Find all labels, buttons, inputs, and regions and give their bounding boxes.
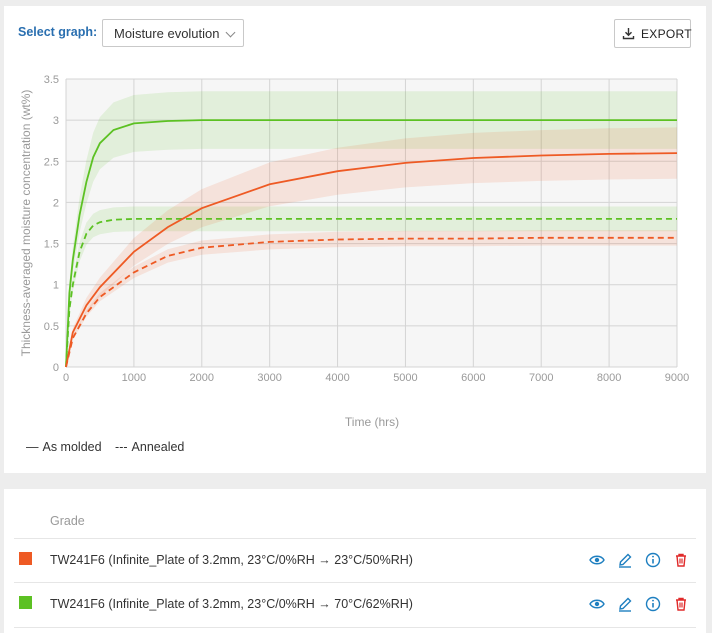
info-icon[interactable] xyxy=(644,595,662,613)
table-row: TW241F6 (Infinite_Plate of 3.2mm, 23°C/0… xyxy=(14,582,696,628)
info-icon[interactable] xyxy=(644,551,662,569)
color-swatch xyxy=(19,552,32,565)
table-row: TW241F6 (Infinite_Plate of 3.2mm, 23°C/0… xyxy=(14,538,696,583)
moisture-chart: 0 1000 2000 3000 4000 5000 6000 7000 8000 9000 0 0.… xyxy=(19,74,689,429)
x-tick-label: 8000 xyxy=(597,372,621,384)
x-tick-label: 6000 xyxy=(461,372,485,384)
y-tick-label: 0 xyxy=(53,362,59,374)
y-tick-label: 3.5 xyxy=(44,74,59,86)
grade-label: TW241F6 (Infinite_Plate of 3.2mm, 23°C/0… xyxy=(50,597,413,611)
y-tick-label: 1.5 xyxy=(44,239,59,251)
grade-column-header: Grade xyxy=(50,514,85,528)
y-axis-label: Thickness-averaged moisture concentratio… xyxy=(19,90,33,357)
trash-icon[interactable] xyxy=(672,551,690,569)
color-swatch xyxy=(19,596,32,609)
legend-symbol-annealed: --- xyxy=(115,440,128,454)
x-axis-label: Time (hrs) xyxy=(345,415,399,429)
legend-label-annealed: Annealed xyxy=(131,440,185,454)
pencil-icon[interactable] xyxy=(616,551,634,569)
chart-card: Select graph: Moisture evolution EXPORT … xyxy=(4,6,706,473)
row-actions xyxy=(588,595,688,615)
x-tick-label: 2000 xyxy=(190,372,214,384)
y-tick-label: 2 xyxy=(53,197,59,209)
y-tick-label: 1 xyxy=(53,280,59,292)
y-tick-label: 0.5 xyxy=(44,321,59,333)
x-tick-label: 7000 xyxy=(529,372,553,384)
x-tick-label: 9000 xyxy=(665,372,689,384)
grades-table: Grade TW241F6 (Infinite_Plate of 3.2mm, … xyxy=(4,489,706,633)
x-tick-label: 3000 xyxy=(257,372,281,384)
trash-icon[interactable] xyxy=(672,595,690,613)
y-tick-label: 3 xyxy=(53,115,59,127)
pencil-icon[interactable] xyxy=(616,595,634,613)
y-tick-label: 2.5 xyxy=(44,156,59,168)
x-tick-label: 5000 xyxy=(393,372,417,384)
chart-legend: — As molded --- Annealed xyxy=(26,440,192,454)
x-tick-label: 0 xyxy=(63,372,69,384)
eye-icon[interactable] xyxy=(588,551,606,569)
legend-symbol-as-molded: — xyxy=(26,440,39,454)
x-tick-label: 4000 xyxy=(325,372,349,384)
eye-icon[interactable] xyxy=(588,595,606,613)
row-actions xyxy=(588,551,688,571)
legend-label-as-molded: As molded xyxy=(42,440,102,454)
grade-label: TW241F6 (Infinite_Plate of 3.2mm, 23°C/0… xyxy=(50,553,413,567)
x-tick-label: 1000 xyxy=(122,372,146,384)
